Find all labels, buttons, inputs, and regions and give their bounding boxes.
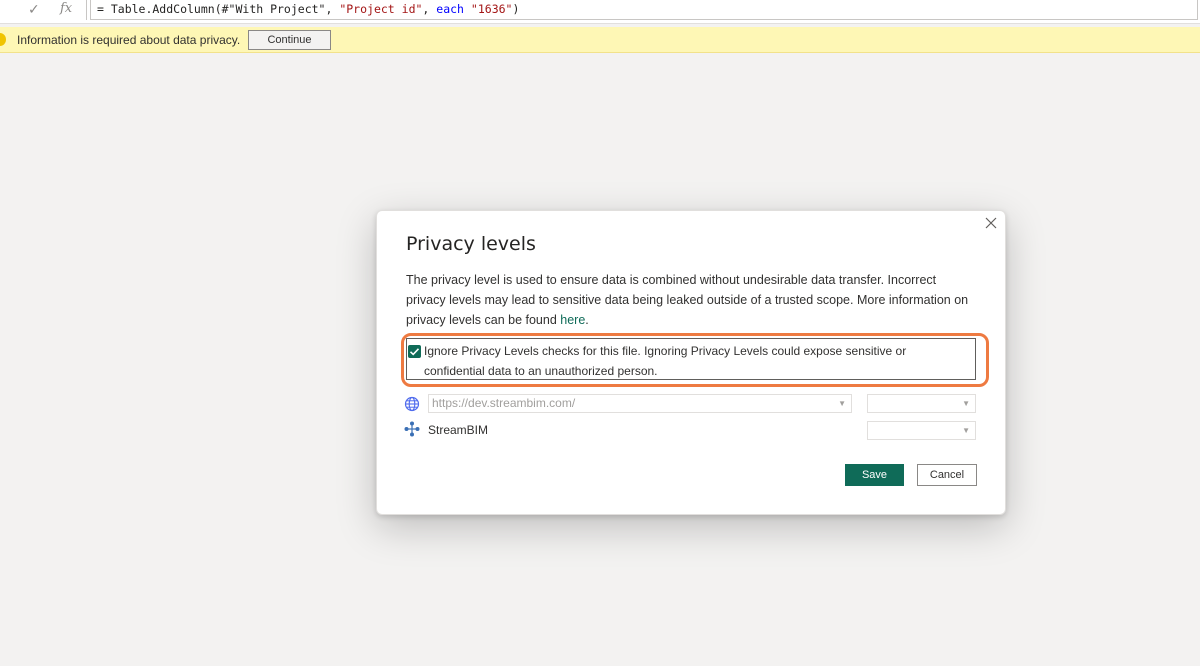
chevron-down-icon: ▼ — [962, 426, 970, 435]
here-link[interactable]: here — [560, 313, 585, 327]
formula-token: each — [436, 2, 464, 16]
description-end: . — [585, 313, 589, 327]
fx-icon[interactable]: fx — [60, 0, 72, 20]
privacy-info-bar: Information is required about data priva… — [0, 27, 1200, 53]
formula-token: , — [422, 2, 437, 16]
ignore-privacy-option[interactable]: Ignore Privacy Levels checks for this fi… — [406, 338, 976, 380]
formula-token: ) — [512, 2, 520, 16]
continue-button[interactable]: Continue — [248, 30, 331, 50]
connector-icon — [404, 421, 420, 437]
check-icon[interactable]: ✓ — [28, 0, 40, 20]
formula-token — [464, 2, 471, 16]
formula-divider — [86, 0, 87, 20]
formula-input[interactable]: = Table.AddColumn(#"With Project", "Proj… — [90, 0, 1198, 20]
dialog-title: Privacy levels — [406, 233, 536, 255]
chevron-down-icon: ▼ — [838, 399, 846, 408]
info-message: Information is required about data priva… — [17, 33, 241, 47]
privacy-levels-dialog: Privacy levels The privacy level is used… — [376, 210, 1006, 515]
ignore-privacy-checkbox[interactable] — [408, 345, 421, 358]
source-url-select[interactable]: https://dev.streambim.com/ ▼ — [428, 394, 852, 413]
formula-token: "1636" — [470, 2, 513, 16]
globe-icon — [404, 396, 420, 412]
formula-token: = Table.AddColumn(#"With Project", — [97, 2, 340, 16]
chevron-down-icon: ▼ — [962, 399, 970, 408]
warning-icon — [0, 33, 6, 46]
formula-bar: ✓ fx = Table.AddColumn(#"With Project", … — [0, 0, 1200, 24]
save-button[interactable]: Save — [845, 464, 904, 486]
privacy-level-select-streambim[interactable]: ▼ — [867, 421, 976, 440]
dialog-description: The privacy level is used to ensure data… — [406, 270, 976, 330]
cancel-button[interactable]: Cancel — [917, 464, 977, 486]
privacy-level-select-web[interactable]: ▼ — [867, 394, 976, 413]
source-name-label: StreamBIM — [428, 423, 489, 437]
ignore-privacy-label: Ignore Privacy Levels checks for this fi… — [424, 344, 907, 378]
description-text: The privacy level is used to ensure data… — [406, 273, 969, 327]
close-icon[interactable] — [983, 215, 999, 231]
formula-token: "Project id" — [339, 2, 423, 16]
source-url-value: https://dev.streambim.com/ — [432, 396, 576, 410]
